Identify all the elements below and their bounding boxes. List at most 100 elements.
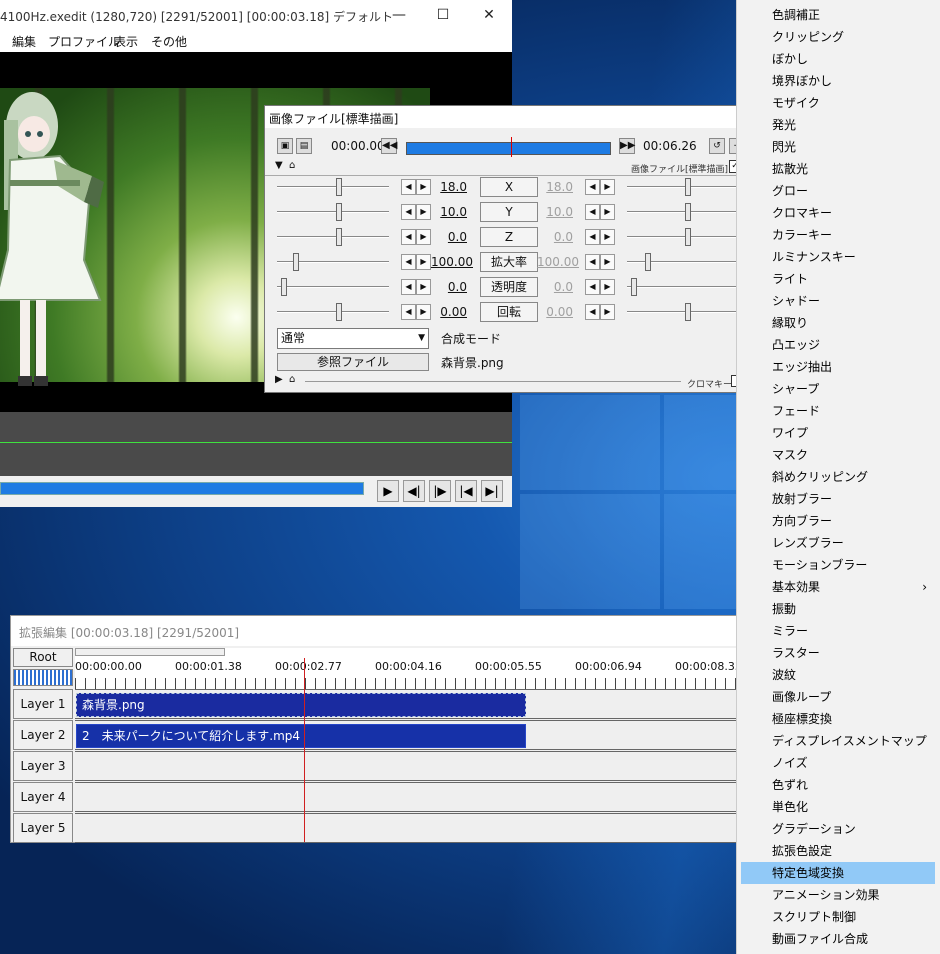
slider-thumb[interactable] — [281, 278, 287, 296]
menu-item[interactable]: レンズブラー — [737, 532, 937, 554]
menu-item[interactable]: 特定色域変換 — [741, 862, 935, 884]
link-icon[interactable]: ↺ — [709, 138, 725, 154]
slider-thumb[interactable] — [685, 228, 691, 246]
menu-item[interactable]: ラスター — [737, 642, 937, 664]
param-button-z[interactable]: Z — [480, 227, 538, 247]
slider-thumb[interactable] — [685, 178, 691, 196]
menu-item[interactable]: 振動 — [737, 598, 937, 620]
value-arrows[interactable]: ◀ ▶ — [585, 279, 615, 295]
slider-thumb[interactable] — [336, 203, 342, 221]
slider-thumb[interactable] — [293, 253, 299, 271]
menu-item[interactable]: ノイズ — [737, 752, 937, 774]
menu-other[interactable]: その他 — [151, 33, 187, 50]
param-button-scale[interactable]: 拡大率 — [480, 252, 538, 272]
param-button-opacity[interactable]: 透明度 — [480, 277, 538, 297]
expand-triangle-icon[interactable]: ▶ — [275, 374, 283, 385]
reference-file-button[interactable]: 参照ファイル — [277, 353, 429, 371]
slider-thumb[interactable] — [685, 303, 691, 321]
param-button-x[interactable]: X — [480, 177, 538, 197]
playhead-cursor[interactable] — [304, 658, 305, 842]
menu-item[interactable]: 単色化 — [737, 796, 937, 818]
layer-lane-5[interactable] — [75, 813, 739, 843]
go-end-button[interactable]: ▶| — [481, 480, 503, 502]
prev-frame-button[interactable]: ◀| — [403, 480, 425, 502]
ruler-scrollbar[interactable] — [75, 648, 225, 656]
slider-thumb[interactable] — [685, 203, 691, 221]
param-value-left[interactable]: 10.0 — [425, 205, 467, 219]
value-arrows[interactable]: ◀ ▶ — [585, 204, 615, 220]
param-value-right[interactable]: 18.0 — [531, 180, 573, 194]
menu-item[interactable]: 画像ループ — [737, 686, 937, 708]
timeline-title-bar[interactable]: 拡張編集 [00:00:03.18] [2291/52001] — [11, 616, 739, 646]
menu-item[interactable]: 極座標変換 — [737, 708, 937, 730]
blend-mode-select[interactable]: 通常 ▼ — [277, 328, 429, 349]
menu-item[interactable]: アニメーション効果 — [737, 884, 937, 906]
menu-item[interactable]: モーションブラー — [737, 554, 937, 576]
minimize-button[interactable]: — — [376, 0, 422, 30]
param-value-right[interactable]: 0.0 — [531, 230, 573, 244]
value-arrows[interactable]: ◀ ▶ — [585, 304, 615, 320]
layer-lane-3[interactable] — [75, 751, 739, 781]
next-keyframe-icon[interactable]: ▶▶ — [619, 138, 635, 154]
layer-header-3[interactable]: Layer 3 — [13, 751, 73, 781]
main-title-bar[interactable]: 4100Hz.exedit (1280,720) [2291/52001] [0… — [0, 0, 512, 30]
go-start-button[interactable]: |◀ — [455, 480, 477, 502]
menu-item[interactable]: カラーキー — [737, 224, 937, 246]
menu-item[interactable]: エッジ抽出 — [737, 356, 937, 378]
menu-item[interactable]: 拡散光 — [737, 158, 937, 180]
menu-item[interactable]: 発光 — [737, 114, 937, 136]
seek-bar[interactable] — [0, 482, 364, 495]
menu-item[interactable]: 境界ぼかし — [737, 70, 937, 92]
menu-item[interactable]: ライト — [737, 268, 937, 290]
menu-item[interactable]: 斜めクリッピング — [737, 466, 937, 488]
menu-edit[interactable]: 編集 — [12, 33, 36, 50]
menu-item[interactable]: ぼかし — [737, 48, 937, 70]
menu-item[interactable]: マスク — [737, 444, 937, 466]
value-arrows[interactable]: ◀ ▶ — [585, 179, 615, 195]
prev-keyframe-icon[interactable]: ◀◀ — [381, 138, 397, 154]
menu-item[interactable]: 波紋 — [737, 664, 937, 686]
menu-item[interactable]: シャープ — [737, 378, 937, 400]
slider-thumb[interactable] — [336, 178, 342, 196]
zoom-slider[interactable] — [13, 669, 73, 686]
menu-item[interactable]: 放射ブラー — [737, 488, 937, 510]
value-arrows[interactable]: ◀ ▶ — [585, 229, 615, 245]
slider-thumb[interactable] — [336, 303, 342, 321]
menu-item[interactable]: クリッピング — [737, 26, 937, 48]
menu-item[interactable]: スクリプト制御 — [737, 906, 937, 928]
menu-item[interactable]: モザイク — [737, 92, 937, 114]
menu-item[interactable]: フェード — [737, 400, 937, 422]
menu-item[interactable]: 色調補正 — [737, 4, 937, 26]
param-value-left[interactable]: 100.00 — [431, 255, 473, 269]
menu-view[interactable]: 表示 — [114, 33, 138, 50]
next-frame-button[interactable]: |▶ — [429, 480, 451, 502]
layer-lane-4[interactable] — [75, 782, 739, 812]
param-value-left[interactable]: 0.0 — [425, 230, 467, 244]
layer-header-1[interactable]: Layer 1 — [13, 689, 73, 719]
menu-item[interactable]: シャドー — [737, 290, 937, 312]
timeline-clip-image[interactable]: 森背景.png — [76, 693, 526, 717]
collapse-triangle-icon[interactable]: ▼ — [275, 160, 283, 171]
menu-item[interactable]: ルミナンスキー — [737, 246, 937, 268]
menu-item[interactable]: 凸エッジ — [737, 334, 937, 356]
root-button[interactable]: Root — [13, 648, 73, 667]
camera-control-icon[interactable]: ▣ — [277, 138, 293, 154]
menu-item[interactable]: グラデーション — [737, 818, 937, 840]
layer-header-2[interactable]: Layer 2 — [13, 720, 73, 750]
value-arrows[interactable]: ◀ ▶ — [585, 254, 615, 270]
menu-item[interactable]: 縁取り — [737, 312, 937, 334]
param-value-right[interactable]: 100.00 — [537, 255, 579, 269]
layer-header-4[interactable]: Layer 4 — [13, 782, 73, 812]
menu-item[interactable]: ワイプ — [737, 422, 937, 444]
menu-item[interactable]: 基本効果 › — [737, 576, 937, 598]
slider-thumb[interactable] — [336, 228, 342, 246]
dialog-seek-bar[interactable] — [406, 137, 611, 157]
maximize-button[interactable]: ☐ — [420, 0, 466, 30]
slider-thumb[interactable] — [645, 253, 651, 271]
param-value-right[interactable]: 10.0 — [531, 205, 573, 219]
dialog-title-bar[interactable]: 画像ファイル[標準描画] — [265, 106, 739, 128]
shadow-icon[interactable]: ▤ — [296, 138, 312, 154]
param-value-right[interactable]: 0.0 — [531, 280, 573, 294]
param-button-y[interactable]: Y — [480, 202, 538, 222]
menu-item[interactable]: ディスプレイスメントマップ — [737, 730, 937, 752]
